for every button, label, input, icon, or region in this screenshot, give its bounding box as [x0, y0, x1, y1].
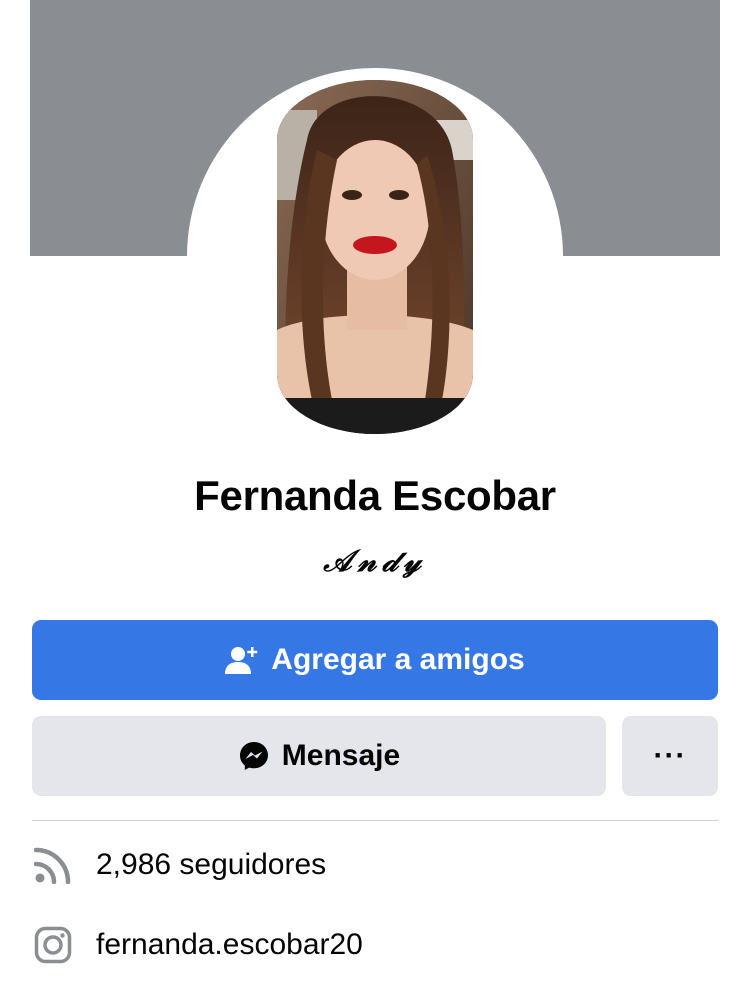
more-options-button[interactable]: ···: [622, 716, 718, 796]
messenger-icon: [238, 740, 270, 772]
instagram-handle[interactable]: fernanda.escobar20: [96, 928, 363, 962]
instagram-row[interactable]: fernanda.escobar20: [32, 920, 718, 970]
followers-row: 2,986 seguidores: [32, 840, 718, 890]
add-friend-icon: [225, 645, 259, 675]
add-friend-button[interactable]: Agregar a amigos: [32, 620, 718, 700]
avatar-image: [277, 80, 473, 434]
message-button[interactable]: Mensaje: [32, 716, 606, 796]
instagram-icon: [32, 924, 74, 966]
rss-followers-icon: [32, 844, 74, 886]
more-options-icon: ···: [653, 739, 687, 772]
profile-page: Fernanda Escobar 𝒜𝓃𝒹𝓎 Agregar a amigos M…: [0, 0, 750, 995]
add-friend-label: Agregar a amigos: [271, 643, 525, 676]
avatar[interactable]: [277, 80, 473, 434]
followers-count: 2,986 seguidores: [96, 848, 327, 881]
section-divider: [32, 820, 718, 821]
message-label: Mensaje: [281, 739, 401, 772]
profile-nickname: 𝒜𝓃𝒹𝓎: [323, 544, 427, 579]
profile-name: Fernanda Escobar: [194, 472, 556, 519]
